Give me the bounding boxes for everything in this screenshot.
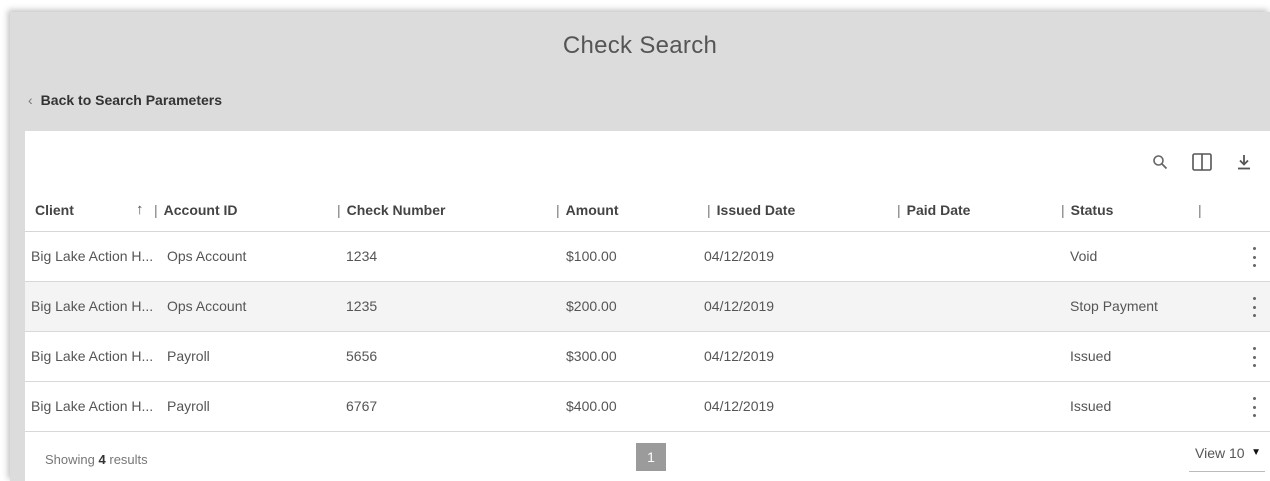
cell-status: Issued — [1070, 398, 1112, 414]
cell-status: Issued — [1070, 348, 1112, 364]
cell-amount: $400.00 — [566, 398, 617, 414]
cell-account-id: Payroll — [167, 348, 210, 364]
back-link-label: Back to Search Parameters — [40, 92, 222, 108]
result-count: 4 — [98, 452, 106, 467]
table-row[interactable]: Big Lake Action H... Ops Account 1234 $1… — [25, 232, 1270, 282]
cell-amount: $100.00 — [566, 248, 617, 264]
row-menu-icon[interactable] — [1250, 247, 1258, 267]
column-header-account-id[interactable]: | Account ID — [154, 202, 238, 218]
cell-status: Void — [1070, 248, 1098, 264]
table-header: Client ↑ | Account ID | Check Number | Amou… — [25, 191, 1270, 232]
table-row[interactable]: Big Lake Action H... Ops Account 1235 $2… — [25, 282, 1270, 332]
columns-icon[interactable] — [1191, 151, 1213, 173]
search-icon[interactable] — [1149, 151, 1171, 173]
cell-status: Stop Payment — [1070, 298, 1158, 314]
column-header-client[interactable]: Client — [35, 202, 74, 218]
column-divider: | — [1198, 202, 1202, 218]
column-header-status[interactable]: | Status — [1061, 202, 1113, 218]
cell-client: Big Lake Action H... — [31, 348, 154, 364]
sort-ascending-icon[interactable]: ↑ — [136, 201, 144, 218]
column-header-issued-date[interactable]: | Issued Date — [707, 202, 795, 218]
page-title: Check Search — [562, 32, 718, 59]
download-icon[interactable] — [1233, 151, 1255, 173]
row-menu-icon[interactable] — [1250, 397, 1258, 417]
cell-issued-date: 04/12/2019 — [704, 398, 775, 414]
cell-account-id: Ops Account — [167, 298, 247, 314]
table-row[interactable]: Big Lake Action H... Payroll 6767 $400.0… — [25, 382, 1270, 432]
chevron-left-icon: ‹ — [28, 92, 33, 108]
column-header-amount[interactable]: | Amount — [556, 202, 619, 218]
column-header-check-number[interactable]: | Check Number — [337, 202, 445, 218]
dropdown-caret-icon: ▼ — [1251, 447, 1261, 458]
cell-client: Big Lake Action H... — [31, 298, 154, 314]
app-frame: Check Search ‹ Back to Search Parameters… — [10, 12, 1270, 481]
cell-check-number: 1234 — [346, 248, 378, 264]
cell-account-id: Payroll — [167, 398, 210, 414]
cell-amount: $300.00 — [566, 348, 617, 364]
results-summary: Showing 4 results — [45, 452, 148, 467]
cell-amount: $200.00 — [566, 298, 617, 314]
pagination-page-1[interactable]: 1 — [636, 443, 666, 471]
cell-issued-date: 04/12/2019 — [704, 248, 775, 264]
cell-issued-date: 04/12/2019 — [704, 348, 775, 364]
cell-client: Big Lake Action H... — [31, 398, 154, 414]
back-to-search-link[interactable]: ‹ Back to Search Parameters — [28, 92, 222, 108]
cell-account-id: Ops Account — [167, 248, 247, 264]
page-size-label: View 10 — [1195, 445, 1245, 461]
table-row[interactable]: Big Lake Action H... Payroll 5656 $300.0… — [25, 332, 1270, 382]
row-menu-icon[interactable] — [1250, 297, 1258, 317]
column-header-paid-date[interactable]: | Paid Date — [897, 202, 970, 218]
cell-issued-date: 04/12/2019 — [704, 298, 775, 314]
results-card: Client ↑ | Account ID | Check Number | Amou… — [25, 131, 1270, 481]
table-toolbar — [1149, 151, 1255, 173]
cell-check-number: 5656 — [346, 348, 378, 364]
row-menu-icon[interactable] — [1250, 347, 1258, 367]
page-size-select[interactable]: View 10 ▼ — [1189, 443, 1265, 472]
cell-check-number: 6767 — [346, 398, 378, 414]
table-footer: Showing 4 results 1 View 10 ▼ — [25, 431, 1270, 481]
cell-client: Big Lake Action H... — [31, 248, 154, 264]
cell-check-number: 1235 — [346, 298, 378, 314]
